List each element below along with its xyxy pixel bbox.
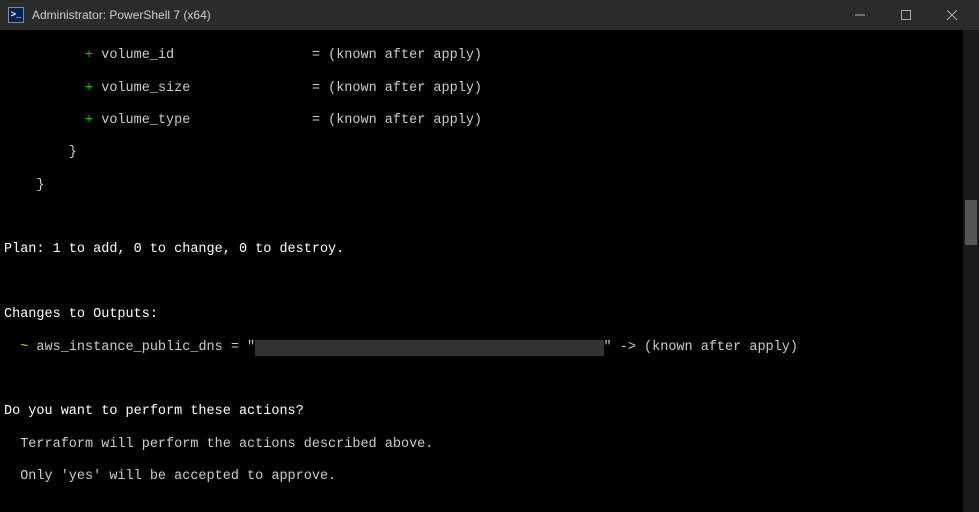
titlebar-left: >_ Administrator: PowerShell 7 (x64): [8, 7, 211, 23]
attr-key: volume_type: [101, 113, 190, 128]
plus-icon: +: [85, 113, 93, 128]
confirm-detail: Terraform will perform the actions descr…: [4, 437, 975, 453]
titlebar: >_ Administrator: PowerShell 7 (x64): [0, 0, 979, 30]
scrollbar-thumb[interactable]: [965, 200, 977, 245]
redacted-value: [255, 340, 603, 356]
output-key: aws_instance_public_dns = ": [28, 340, 255, 355]
plus-icon: +: [85, 48, 93, 63]
attr-value: = (known after apply): [312, 113, 482, 128]
close-button[interactable]: [929, 0, 975, 30]
plus-icon: +: [85, 81, 93, 96]
output-after: " -> (known after apply): [604, 340, 798, 355]
changes-header: Changes to Outputs:: [4, 307, 975, 323]
window-title: Administrator: PowerShell 7 (x64): [32, 8, 211, 22]
confirm-question: Do you want to perform these actions?: [4, 404, 975, 420]
brace-close: }: [4, 178, 975, 194]
terminal-output[interactable]: + volume_id = (known after apply) + volu…: [0, 30, 979, 512]
powershell-icon: >_: [8, 7, 24, 23]
minimize-button[interactable]: [837, 0, 883, 30]
attr-key: volume_size: [101, 81, 190, 96]
scrollbar[interactable]: [963, 30, 979, 512]
plan-summary: Plan: 1 to add, 0 to change, 0 to destro…: [4, 242, 975, 258]
attr-value: = (known after apply): [312, 48, 482, 63]
attr-value: = (known after apply): [312, 81, 482, 96]
maximize-button[interactable]: [883, 0, 929, 30]
window-controls: [837, 0, 975, 30]
brace-close: }: [4, 145, 975, 161]
confirm-detail: Only 'yes' will be accepted to approve.: [4, 469, 975, 485]
attr-key: volume_id: [101, 48, 174, 63]
